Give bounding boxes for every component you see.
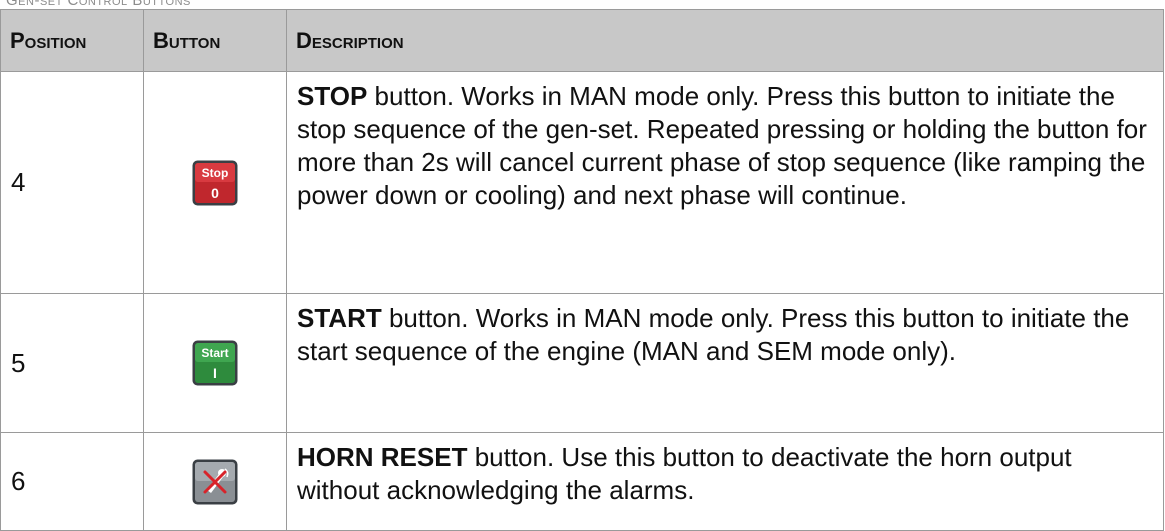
start-icon-label: Start: [201, 346, 228, 360]
header-position: Position: [0, 9, 144, 72]
header-button: Button: [143, 9, 287, 72]
button-cell: Start I: [143, 293, 287, 433]
table-row: 4 Stop 0 STOP button. Works in MAN mode …: [0, 71, 1164, 294]
horn-reset-button-icon: [192, 459, 238, 505]
button-cell: Stop 0: [143, 71, 287, 294]
position-cell: 4: [0, 71, 144, 294]
description-cell: HORN RESET button. Use this button to de…: [286, 432, 1164, 531]
description-cell: STOP button. Works in MAN mode only. Pre…: [286, 71, 1164, 294]
table-caption: Gen-set Control Buttons: [6, 0, 191, 8]
stop-icon-symbol: 0: [211, 185, 219, 201]
table-header-row: Position Button Description: [0, 9, 1164, 72]
table-row: 5 Start I START button. Works in MAN mod…: [0, 293, 1164, 433]
description-text: button. Works in MAN mode only. Press th…: [297, 81, 1147, 210]
start-button-icon: Start I: [192, 340, 238, 386]
position-cell: 5: [0, 293, 144, 433]
button-name: START: [297, 303, 382, 333]
stop-icon-label: Stop: [202, 166, 229, 180]
position-cell: 6: [0, 432, 144, 531]
button-cell: [143, 432, 287, 531]
description-text: button. Works in MAN mode only. Press th…: [297, 303, 1130, 366]
button-name: HORN RESET: [297, 442, 468, 472]
stop-button-icon: Stop 0: [192, 160, 238, 206]
start-icon-symbol: I: [213, 365, 217, 381]
table-row: 6 HORN RESET button. Use this button to …: [0, 432, 1164, 531]
button-name: STOP: [297, 81, 368, 111]
header-description: Description: [286, 9, 1164, 72]
control-buttons-table: Position Button Description 4 Stop 0 STO…: [0, 9, 1164, 531]
description-cell: START button. Works in MAN mode only. Pr…: [286, 293, 1164, 433]
